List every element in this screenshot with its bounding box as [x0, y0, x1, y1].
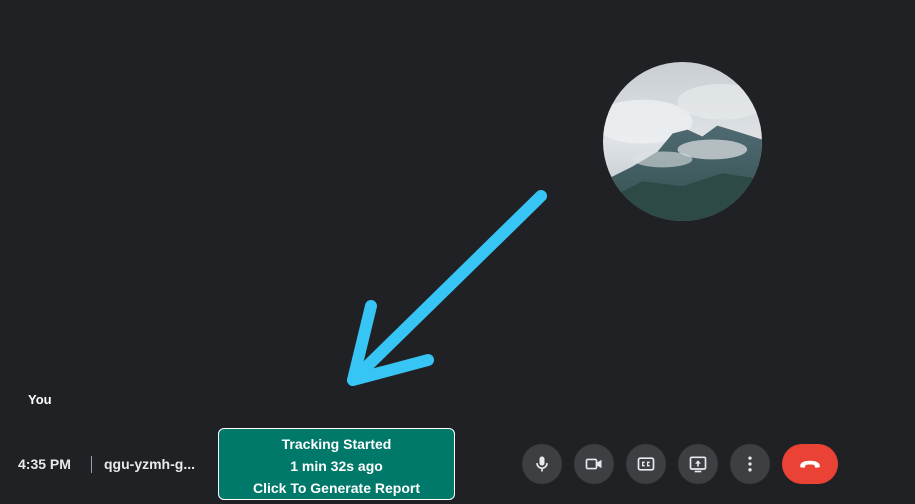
camera-icon: [585, 458, 602, 470]
meeting-code[interactable]: qgu-yzmh-g...: [104, 456, 195, 472]
bottom-toolbar: 4:35 PM qgu-yzmh-g... Tracking Started 1…: [0, 426, 915, 504]
mountain-photo: [603, 62, 762, 221]
more-options-button[interactable]: [730, 444, 770, 484]
avatar: [603, 62, 762, 221]
captions-button[interactable]: [626, 444, 666, 484]
generate-report-label: Click To Generate Report: [252, 480, 420, 496]
tracking-status: Tracking Started: [281, 436, 392, 452]
camera-button[interactable]: [574, 444, 614, 484]
microphone-icon: [536, 456, 548, 472]
present-screen-icon: [689, 456, 707, 473]
microphone-button[interactable]: [522, 444, 562, 484]
present-screen-button[interactable]: [678, 444, 718, 484]
hang-up-button[interactable]: [782, 444, 838, 484]
participant-name-label: You: [28, 392, 52, 407]
tracking-elapsed: 1 min 32s ago: [290, 458, 383, 474]
clock-time: 4:35 PM: [18, 456, 71, 472]
hang-up-icon: [800, 460, 820, 468]
generate-report-button[interactable]: Tracking Started 1 min 32s ago Click To …: [218, 428, 455, 500]
more-options-icon: [748, 456, 752, 472]
closed-captions-icon: [637, 457, 655, 471]
divider: [91, 456, 92, 473]
